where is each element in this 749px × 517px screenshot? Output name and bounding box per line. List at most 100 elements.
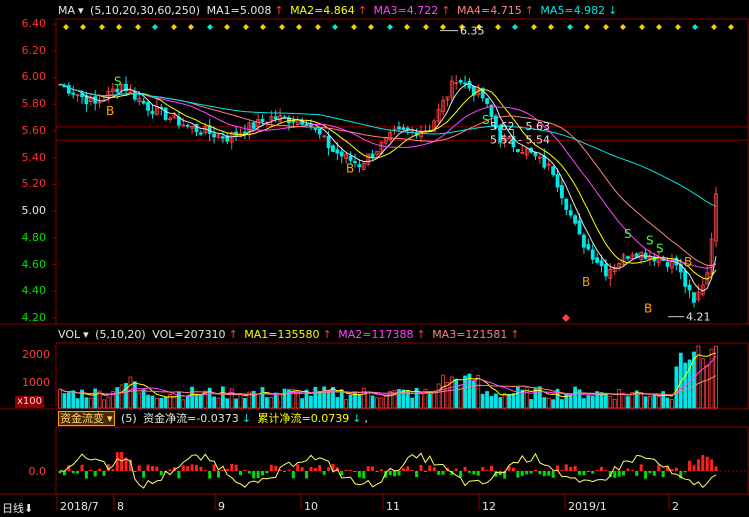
volume-bar (656, 396, 661, 409)
fund-flow-bar (137, 465, 141, 471)
fund-flow-bar (467, 471, 471, 473)
volume-bar (185, 396, 190, 409)
signal-diamond (279, 24, 285, 30)
candle-body (577, 220, 582, 235)
fund-flow-params: (5) (121, 412, 137, 425)
signal-diamond (548, 24, 554, 30)
candle-body (458, 80, 463, 83)
vol-axis-1000: 1000 (22, 376, 50, 389)
signal-diamond (584, 24, 590, 30)
volume-bar (568, 395, 573, 409)
signal-diamond (351, 24, 357, 30)
fund-flow-bar (327, 467, 331, 471)
fund-flow-bar (366, 466, 370, 471)
fund-flow-bar (287, 469, 291, 471)
candle-body (397, 126, 401, 130)
volume-bar (515, 386, 520, 409)
vol-arrow: ↑ (228, 328, 238, 341)
low-diamond-marker (562, 314, 570, 322)
signal-diamond (63, 24, 69, 30)
fund-flow-bar (80, 464, 84, 471)
volume-bar (375, 397, 379, 409)
candle-body (317, 128, 322, 135)
fund-flow-bar (639, 464, 643, 471)
volume-bar (212, 396, 216, 409)
timeline-label: 2018/7 (60, 500, 99, 513)
candle-body (515, 149, 520, 152)
fund-flow-bar (423, 471, 427, 472)
fund-flow-selector[interactable]: 资金流变 ▾ (58, 411, 115, 426)
fund-flow-bar (274, 465, 278, 471)
fund-flow-bar (322, 471, 326, 475)
volume-bar (379, 397, 384, 409)
fund-flow-bar (560, 470, 564, 471)
volume-bar (560, 399, 564, 409)
volume-bar (643, 396, 648, 409)
volume-bar (93, 388, 98, 409)
fund-flow-bar (76, 471, 80, 474)
volume-bar (551, 399, 556, 409)
vol-indicator-selector[interactable]: VOL ▾ (58, 328, 89, 341)
volume-bar (119, 384, 124, 409)
candle-body (582, 234, 586, 248)
volume-bar (419, 392, 423, 409)
fund-flow-bar (89, 470, 93, 471)
volume-bar (612, 398, 617, 409)
volume-bar (128, 376, 133, 409)
candle-body (485, 98, 489, 104)
signal-diamond (260, 24, 266, 30)
volume-bar (181, 399, 186, 409)
period-selector[interactable]: 日线⬇ (2, 500, 33, 516)
vol-ma2-arrow: ↑ (416, 328, 426, 341)
price-chart[interactable]: 6.354.215.62 - 5.635.52 - 5.54SBSBBSBSSB (0, 0, 749, 517)
fund-cum-arrow: ↓ (352, 412, 362, 425)
fund-net-arrow: ↓ (241, 412, 252, 425)
fund-flow-bar (291, 471, 295, 479)
volume-bar (137, 392, 142, 409)
volume-bar (84, 397, 89, 409)
fund-flow-bar (661, 471, 665, 478)
signal-diamond (675, 24, 681, 30)
fund-flow-bar (133, 471, 137, 472)
fund-flow-bar (674, 467, 678, 471)
fund-flow-bar (388, 471, 392, 475)
volume-bar (234, 398, 239, 409)
volume-bar (190, 386, 194, 409)
volume-bar (533, 388, 538, 409)
candle-body (220, 136, 225, 139)
buy-signal-marker: B (684, 255, 692, 269)
volume-bar (326, 390, 331, 409)
candle-body (542, 155, 547, 168)
vol-axis-2000: 2000 (22, 348, 50, 361)
candle-body (146, 101, 150, 111)
fund-flow-bar (305, 471, 309, 479)
fund-flow-bar (406, 466, 410, 471)
fund-flow-bar (353, 471, 357, 472)
fund-flow-bar (190, 464, 194, 471)
fund-flow-bar (181, 465, 185, 471)
fund-flow-bar (516, 471, 520, 478)
candle-body (357, 164, 362, 168)
volume-bar (577, 389, 582, 409)
volume-bar (88, 397, 93, 409)
candle-body (401, 127, 406, 131)
volume-bar (648, 396, 652, 409)
candle-body (335, 149, 340, 154)
volume-bar (493, 393, 498, 409)
signal-diamond (387, 24, 393, 30)
fund-flow-bar (401, 468, 405, 471)
fund-flow-bar (635, 471, 639, 476)
timeline-label: 2 (672, 500, 679, 513)
fund-flow-bar (454, 468, 458, 471)
buy-signal-marker: B (582, 275, 590, 289)
sell-signal-marker: S (646, 233, 654, 247)
candle-body (564, 198, 569, 210)
volume-bar (476, 374, 481, 409)
fund-flow-bar (357, 471, 361, 478)
candle-body (370, 153, 375, 158)
timeline-label: 9 (218, 500, 225, 513)
volume-bar (665, 397, 670, 409)
fund-cum-value: 累计净流=0.0739 (257, 412, 350, 425)
candle-body (463, 82, 467, 85)
fund-flow-bar (419, 464, 423, 471)
